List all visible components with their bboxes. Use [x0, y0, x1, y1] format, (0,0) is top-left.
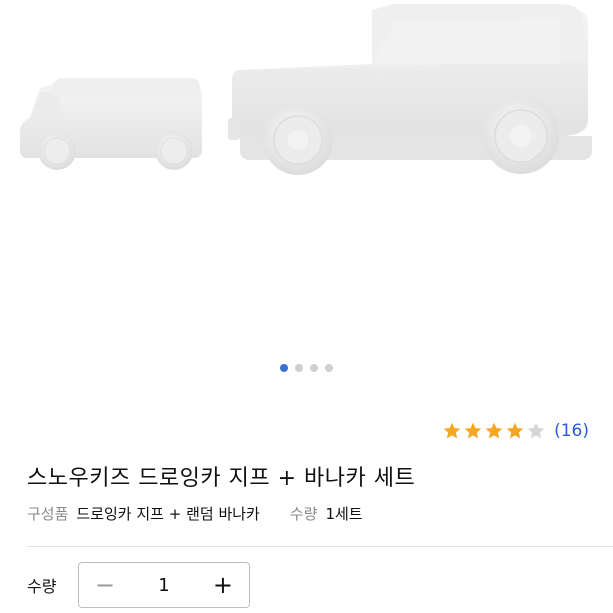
- carousel-pagination: [0, 362, 613, 374]
- star-filled-icon: [443, 422, 461, 439]
- small-van-figure: [20, 78, 202, 170]
- product-image: [20, 4, 592, 175]
- increase-quantity-button[interactable]: +: [211, 573, 235, 597]
- star-empty-icon: [527, 422, 545, 439]
- package-quantity-label: 수량: [289, 505, 318, 523]
- carousel-dot-2[interactable]: [295, 364, 303, 372]
- carousel-dot-3[interactable]: [310, 364, 318, 372]
- rating-stars: [442, 421, 546, 441]
- star-filled-icon: [485, 422, 503, 439]
- product-meta: 구성품 드로잉카 지프 + 랜덤 바나카 수량 1세트: [27, 503, 363, 524]
- section-divider: [27, 546, 613, 547]
- quantity-value[interactable]: 1: [158, 575, 169, 596]
- star-filled-icon: [506, 422, 524, 439]
- product-rating[interactable]: (16): [442, 420, 589, 442]
- jeep-figure: [228, 4, 592, 175]
- star-filled-icon: [464, 422, 482, 439]
- components-label: 구성품: [27, 505, 69, 523]
- decrease-quantity-button[interactable]: −: [93, 573, 117, 597]
- components-value: 드로잉카 지프 + 랜덤 바나카: [76, 505, 260, 523]
- quantity-stepper[interactable]: − 1 +: [78, 562, 250, 608]
- product-title: 스노우키즈 드로잉카 지프 + 바나카 세트: [27, 466, 416, 491]
- product-image-gallery[interactable]: [0, 0, 613, 390]
- carousel-dot-4[interactable]: [325, 364, 333, 372]
- carousel-dot-1[interactable]: [280, 364, 288, 372]
- quantity-label: 수량: [27, 577, 57, 596]
- review-count-link[interactable]: (16): [554, 421, 589, 441]
- package-quantity-value: 1세트: [325, 505, 363, 523]
